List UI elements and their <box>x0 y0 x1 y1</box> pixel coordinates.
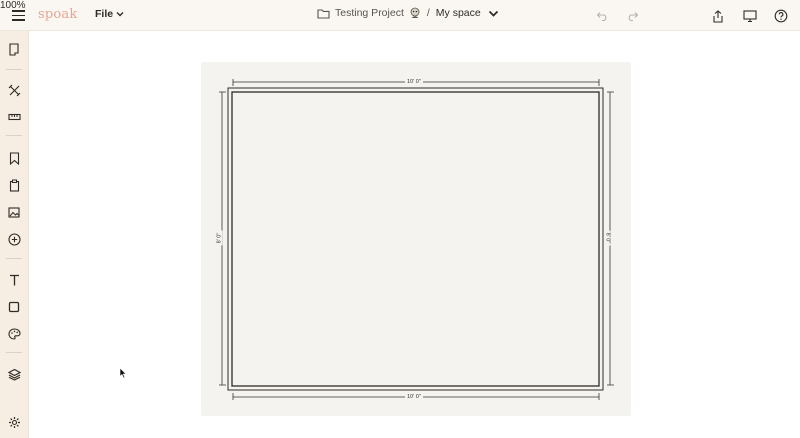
undo-icon[interactable] <box>593 7 611 25</box>
project-name-link[interactable]: Testing Project <box>335 7 404 19</box>
monitor-icon[interactable] <box>741 7 759 25</box>
help-icon[interactable] <box>772 7 790 25</box>
folder-icon[interactable] <box>317 8 330 19</box>
top-toolbar: spoak File Testing Project / My space 10… <box>0 0 800 31</box>
avatar-icon <box>410 7 420 18</box>
redo-icon[interactable] <box>624 7 642 25</box>
ruler-icon[interactable] <box>5 108 23 126</box>
add-icon[interactable] <box>5 230 23 248</box>
bookmark-icon[interactable] <box>5 149 23 167</box>
mouse-cursor-icon <box>119 367 127 379</box>
hamburger-icon[interactable] <box>11 8 27 22</box>
sidebar-divider <box>6 258 22 259</box>
left-height-label: 8' 0" <box>216 230 223 246</box>
sidebar-divider <box>6 69 22 70</box>
share-icon[interactable] <box>709 7 727 25</box>
floorplan-room[interactable] <box>201 62 631 416</box>
layers-icon[interactable] <box>5 365 23 383</box>
file-menu-button[interactable]: File <box>95 8 124 20</box>
sidebar-divider <box>6 135 22 136</box>
left-sidebar <box>0 31 29 438</box>
palette-icon[interactable] <box>5 325 23 343</box>
right-height-label: 8' 0" <box>604 230 611 246</box>
app-logo[interactable]: spoak <box>38 7 77 22</box>
shape-icon[interactable] <box>5 298 23 316</box>
floorplan-icon[interactable] <box>5 40 23 58</box>
top-width-label: 10' 0" <box>405 79 423 85</box>
breadcrumb-separator: / <box>426 7 430 19</box>
design-canvas[interactable]: 10' 0" 10' 0" 8' 0" 8' 0" <box>201 62 631 416</box>
bottom-width-label: 10' 0" <box>405 394 423 400</box>
breadcrumb: Testing Project / My space <box>317 7 499 19</box>
clipboard-icon[interactable] <box>5 176 23 194</box>
chevron-down-icon[interactable] <box>488 10 499 17</box>
file-menu-label: File <box>95 8 114 20</box>
chevron-down-icon <box>116 12 124 17</box>
tools-icon[interactable] <box>5 81 23 99</box>
space-name-dropdown[interactable]: My space <box>436 7 481 19</box>
text-icon[interactable] <box>5 271 23 289</box>
sidebar-divider <box>6 352 22 353</box>
settings-icon[interactable] <box>5 413 23 431</box>
image-icon[interactable] <box>5 203 23 221</box>
